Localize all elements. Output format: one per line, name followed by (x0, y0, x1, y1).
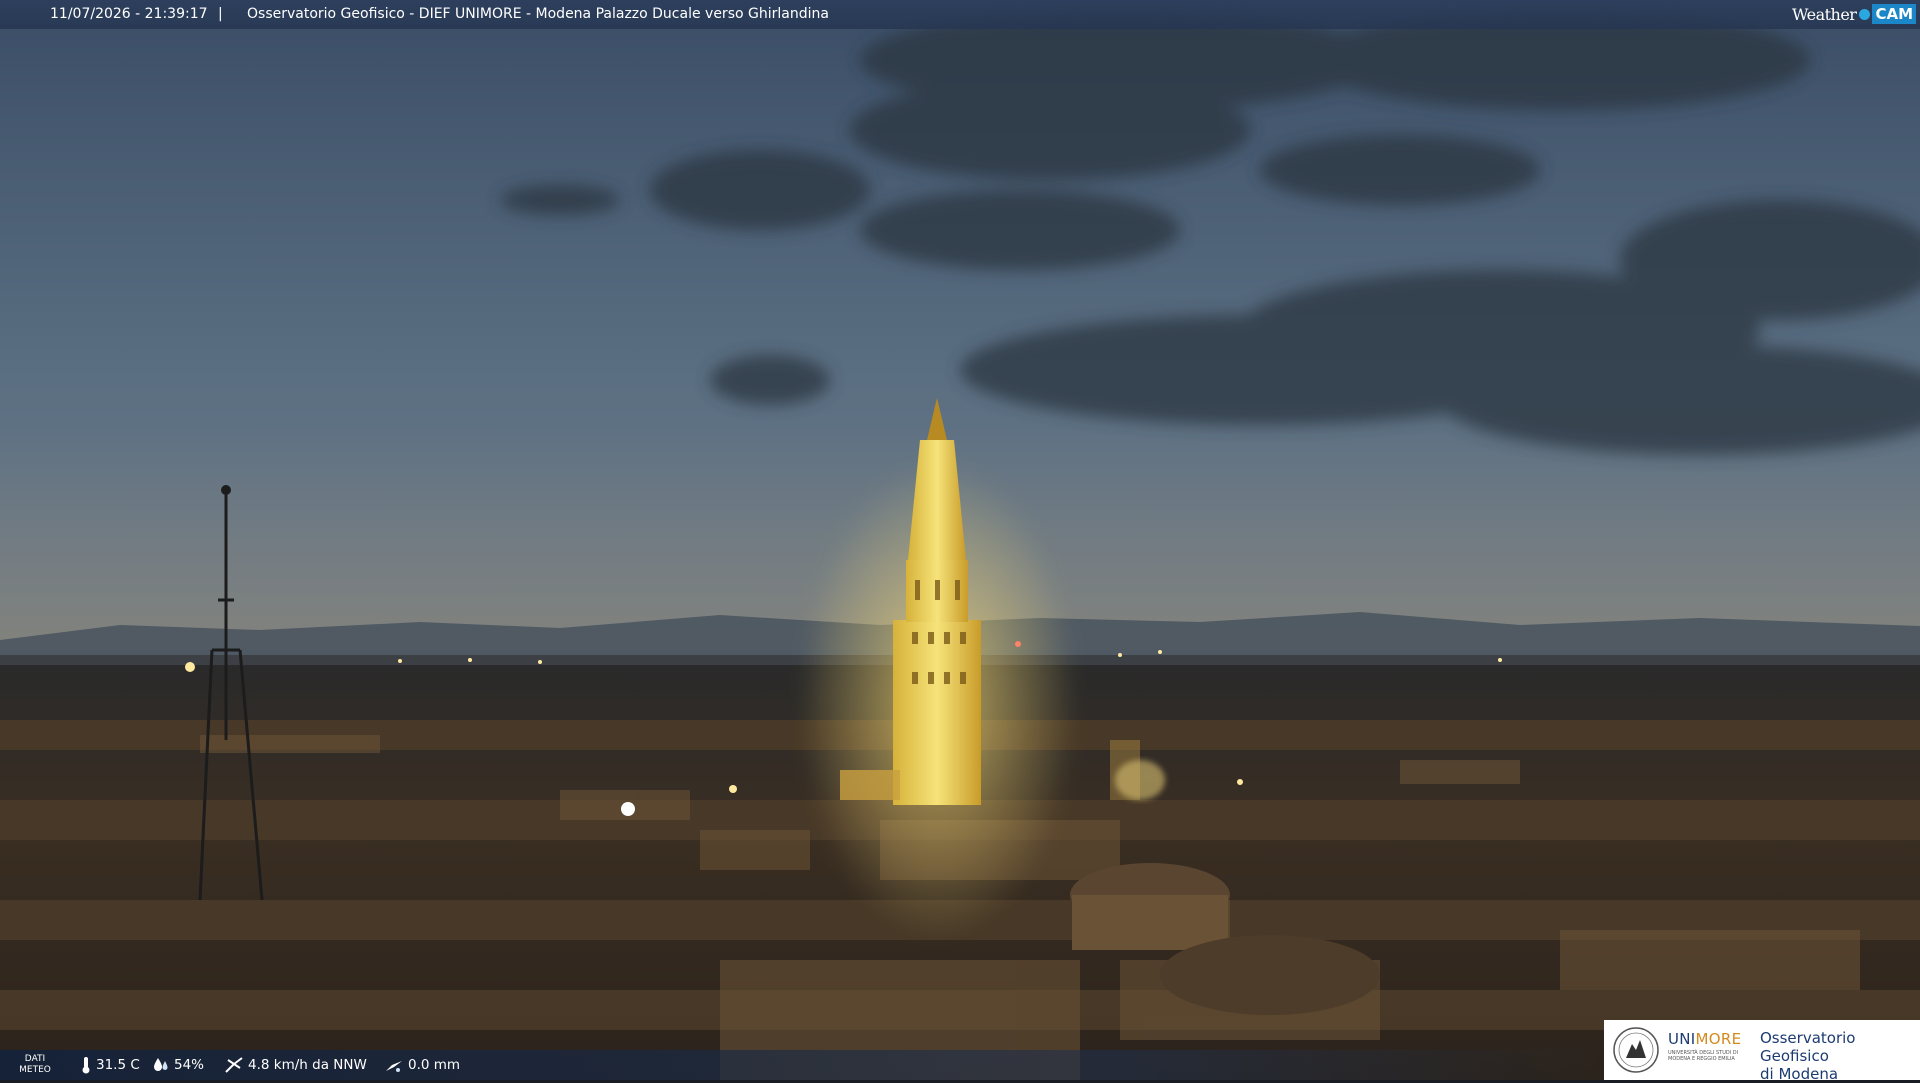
wind-icon (225, 1057, 243, 1073)
observatory-line2: di Modena (1760, 1065, 1839, 1083)
temperature-value: 31.5 C (96, 1057, 140, 1073)
camera-title: Osservatorio Geofisico - DIEF UNIMORE - … (247, 6, 829, 22)
dati-label-line2: METEO (19, 1065, 51, 1075)
dati-label-line1: DATI (24, 1054, 46, 1064)
weathercam-logo: Weather CAM (1792, 2, 1916, 26)
temperature-metric: 31.5 C (80, 1050, 140, 1080)
rain-icon (386, 1061, 402, 1072)
webcam-image (0, 0, 1920, 1080)
observatory-name: Osservatorio Geofisico di Modena (1760, 1029, 1920, 1083)
thermometer-icon (82, 1057, 90, 1074)
wind-value: 4.8 km/h da NNW (248, 1057, 367, 1073)
unimore-logo: UNIMORE UNIVERSITÀ DEGLI STUDI DI MODENA… (1604, 1020, 1920, 1083)
unimore-wordmark-more: MORE (1695, 1030, 1742, 1048)
unimore-subtitle: UNIVERSITÀ DEGLI STUDI DI MODENA E REGGI… (1668, 1050, 1739, 1062)
webcam-header-bar: 11/07/2026 - 21:39:17 | Osservatorio Geo… (0, 0, 1920, 29)
unimore-seal-icon (1613, 1027, 1659, 1073)
timestamp: 11/07/2026 - 21:39:17 (50, 6, 208, 22)
unimore-wordmark-uni: UNI (1668, 1030, 1696, 1048)
rain-value: 0.0 mm (408, 1057, 461, 1073)
humidity-metric: 54% (152, 1050, 204, 1080)
brand-weather-text: Weather (1791, 4, 1857, 24)
weather-data-bar: DATI METEO 31.5 C 54% 4.8 km/h da NNW 0.… (0, 1050, 1600, 1080)
wind-metric: 4.8 km/h da NNW (224, 1050, 367, 1080)
brand-cam-text: CAM (1872, 4, 1916, 24)
unimore-wordmark: UNIMORE (1668, 1030, 1741, 1048)
brand-dot-icon (1859, 8, 1871, 20)
humidity-value: 54% (174, 1057, 205, 1073)
dati-meteo-label: DATI METEO (14, 1054, 56, 1076)
observatory-line1: Osservatorio Geofisico (1760, 1029, 1856, 1065)
humidity-icon (154, 1058, 168, 1071)
header-separator: | (218, 6, 223, 22)
rain-metric: 0.0 mm (384, 1050, 460, 1080)
